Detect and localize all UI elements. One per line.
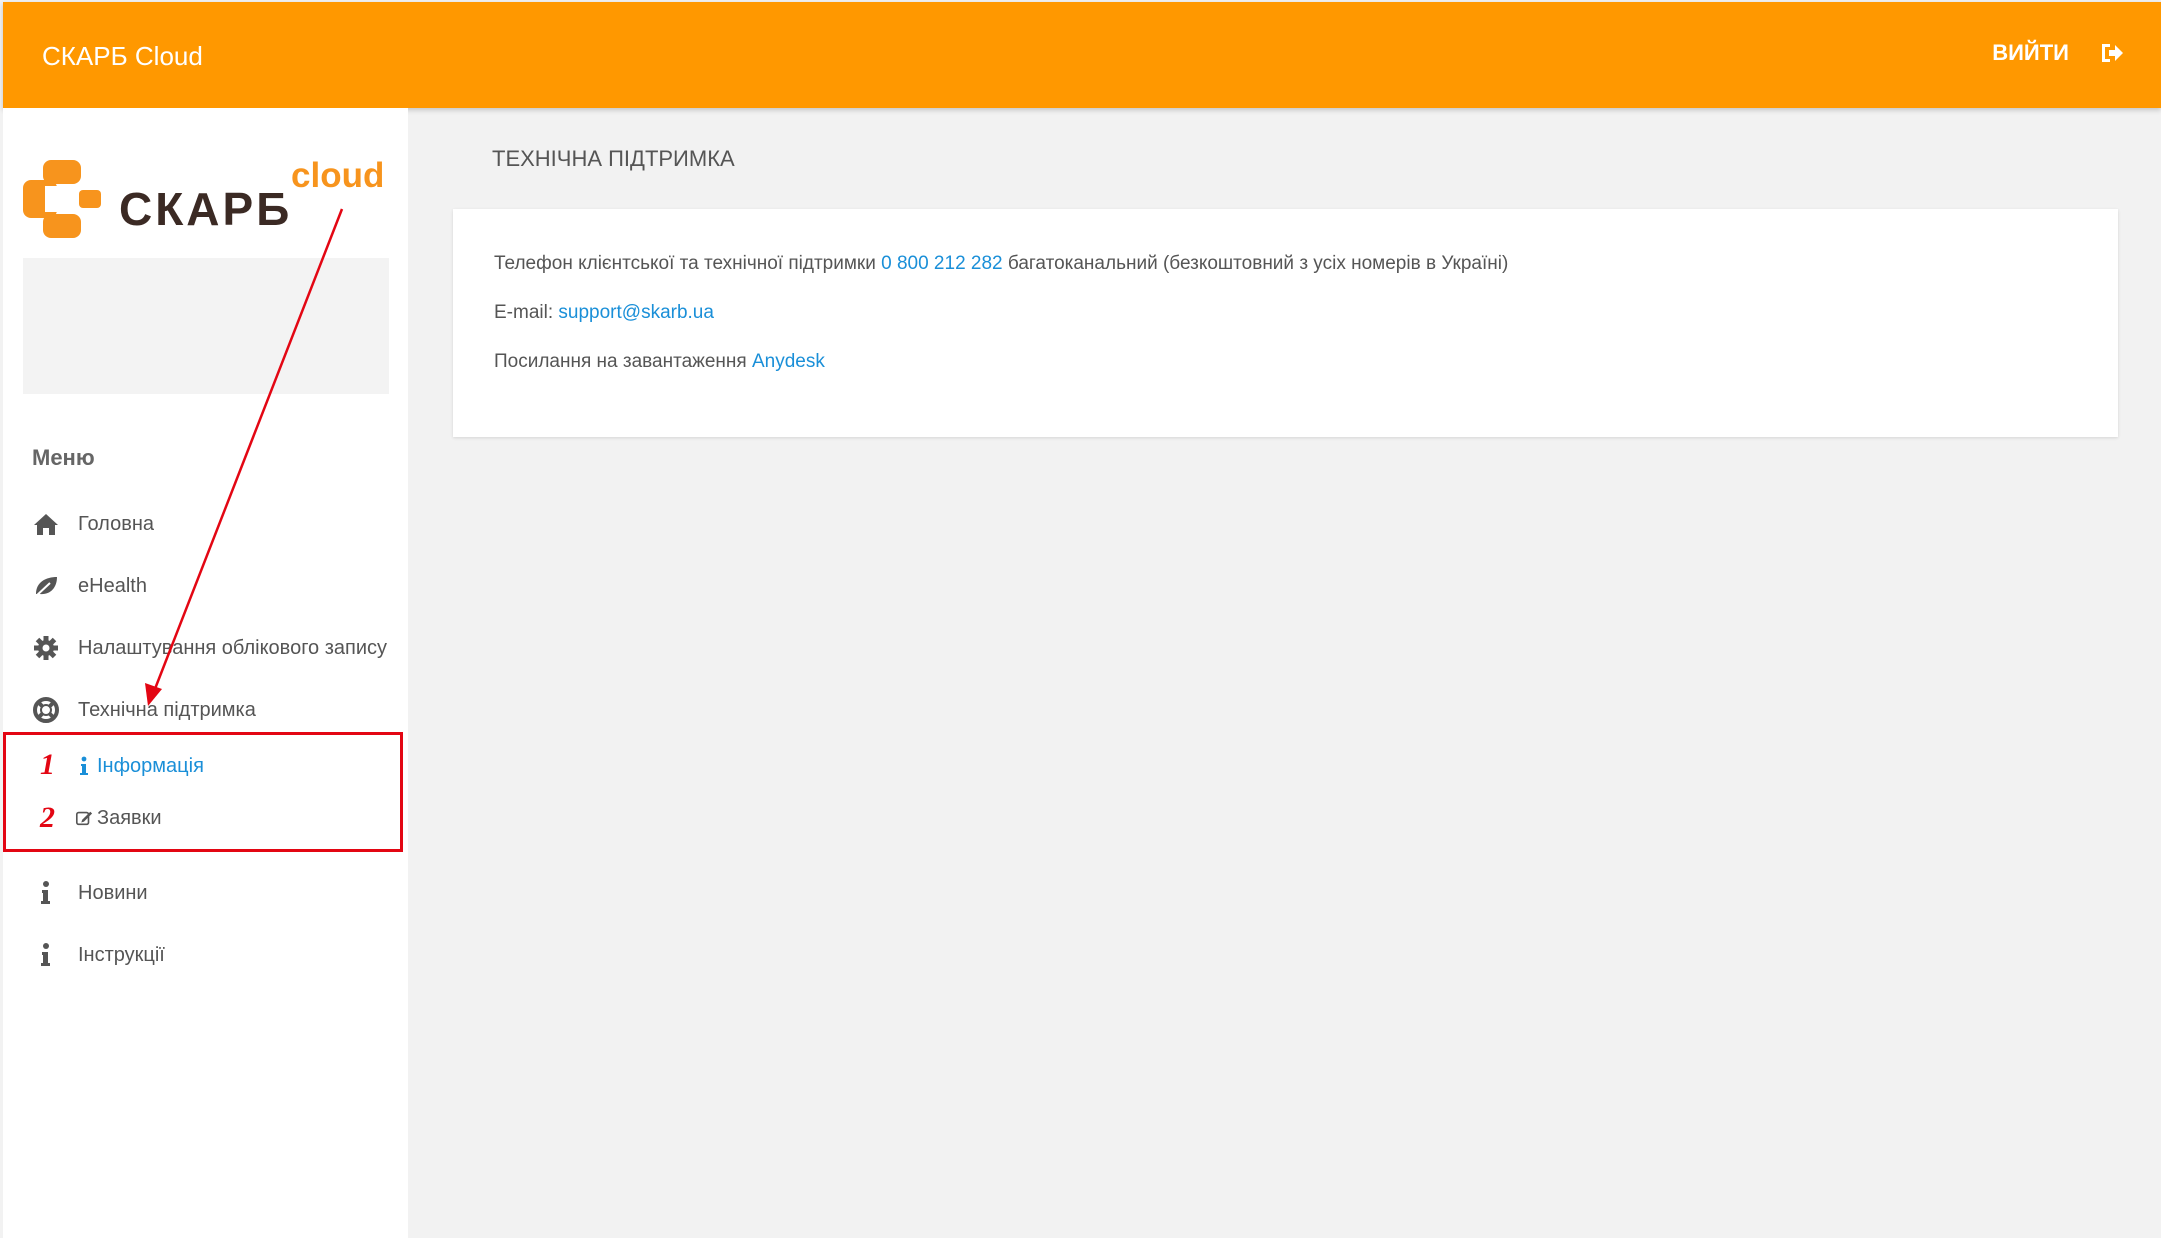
gear-icon [34, 636, 58, 660]
skarb-logo[interactable]: СКАРБ cloud [23, 150, 398, 238]
submenu-item-label: Заявки [97, 806, 162, 829]
email-line: E-mail: support@skarb.ua [494, 302, 714, 324]
lifebuoy-icon [33, 697, 59, 723]
logout-label: ВИЙТИ [1992, 40, 2069, 65]
sidebar: СКАРБ cloud Меню Головна eHealth Налашту… [3, 108, 408, 1238]
annotation-number-1: 1 [40, 748, 55, 781]
anydesk-link[interactable]: Anydesk [752, 351, 825, 372]
info-icon [41, 943, 50, 966]
sidebar-item-account-settings[interactable]: Налаштування облікового запису [32, 628, 387, 668]
download-line: Посилання на завантаження Anydesk [494, 351, 825, 373]
sidebar-item-instructions[interactable]: Інструкції [32, 935, 165, 975]
edit-icon [75, 811, 93, 826]
phone-suffix: багатоканальний (безкоштовний з усіх ном… [1007, 253, 1509, 274]
menu-title: Меню [32, 445, 95, 470]
phone-prefix: Телефон клієнтської та технічної підтрим… [494, 253, 876, 274]
email-prefix: E-mail: [494, 302, 554, 323]
submenu-item-label: Інформація [97, 754, 204, 777]
logout-button[interactable]: ВИЙТИ [1992, 40, 2125, 66]
sidebar-item-tech-support[interactable]: Технічна підтримка [32, 690, 256, 730]
sign-out-icon [2099, 41, 2125, 65]
home-icon [34, 514, 58, 535]
logo-cloud-text: cloud [291, 156, 385, 195]
phone-number-link[interactable]: 0 800 212 282 [881, 253, 1003, 274]
sidebar-item-label: Новини [78, 881, 148, 904]
sidebar-item-label: Інструкції [78, 943, 165, 966]
skarb-logo-mark [23, 160, 101, 238]
sidebar-item-news[interactable]: Новини [32, 873, 148, 913]
phone-line: Телефон клієнтської та технічної підтрим… [494, 253, 1508, 275]
annotation-number-2: 2 [40, 801, 55, 834]
app-title: СКАРБ Cloud [42, 41, 203, 71]
top-bar: СКАРБ Cloud ВИЙТИ [3, 2, 2161, 108]
sidebar-item-label: Налаштування облікового запису [78, 636, 388, 659]
info-icon [80, 756, 88, 775]
sidebar-item-label: eHealth [78, 574, 147, 597]
sidebar-item-label: Технічна підтримка [78, 698, 256, 721]
download-prefix: Посилання на завантаження [494, 351, 747, 372]
submenu-item-information[interactable]: Інформація [75, 749, 204, 783]
info-icon [41, 881, 50, 904]
logo-text: СКАРБ [119, 183, 293, 235]
sidebar-item-home[interactable]: Головна [32, 504, 154, 544]
user-panel [23, 258, 389, 394]
leaf-icon [34, 577, 57, 598]
submenu-item-requests[interactable]: Заявки [75, 801, 162, 835]
sidebar-item-label: Головна [78, 512, 154, 535]
page-title: ТЕХНІЧНА ПІДТРИМКА [492, 146, 735, 171]
support-info-card: Телефон клієнтської та технічної підтрим… [453, 209, 2118, 437]
sidebar-item-ehealth[interactable]: eHealth [32, 566, 147, 606]
email-link[interactable]: support@skarb.ua [558, 302, 714, 323]
